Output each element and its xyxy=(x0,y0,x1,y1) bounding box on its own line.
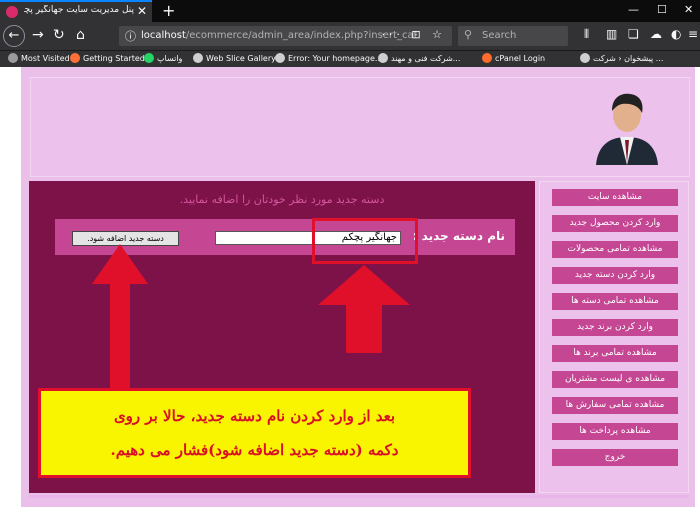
forward-icon[interactable]: → xyxy=(32,27,44,43)
admin-header xyxy=(30,77,690,177)
admin-avatar-icon xyxy=(596,93,658,165)
globe-icon xyxy=(580,53,590,63)
arrow-up-to-input-icon xyxy=(318,265,410,353)
search-bar[interactable]: ⚲ Search xyxy=(458,26,568,46)
bookmark-dashboard[interactable]: پیشخوان ‹ شرکت ... xyxy=(580,53,663,63)
sidebar-item-view-site[interactable]: مشاهده سایت xyxy=(552,189,678,206)
arrow-up-to-button-icon xyxy=(92,244,148,390)
instruction-callout: بعد از وارد کردن نام دسته جدید، حالا بر … xyxy=(38,388,471,478)
bookmark-web-slice[interactable]: Web Slice Gallery xyxy=(193,53,276,63)
browser-tab-active[interactable]: پنل مدیریت سایت جهانگیر پچکم ✕ xyxy=(0,0,152,22)
globe-icon xyxy=(193,53,203,63)
sidebar-item-insert-product[interactable]: وارد کردن محصول جدید xyxy=(552,215,678,232)
sidebar-item-view-brands[interactable]: مشاهده تمامی برند ها xyxy=(552,345,678,362)
sidebar-item-view-products[interactable]: مشاهده تمامی محصولات xyxy=(552,241,678,258)
site-favicon-icon xyxy=(6,6,18,18)
bookmark-whatsapp[interactable]: واتساپ xyxy=(144,53,182,63)
close-window-icon[interactable]: ✕ xyxy=(684,3,693,16)
bookmark-getting-started[interactable]: Getting Started xyxy=(70,53,145,63)
instruction-line-1: بعد از وارد کردن نام دسته جدید، حالا بر … xyxy=(113,407,396,425)
bookmark-company[interactable]: شرکت فنی و مهند... xyxy=(378,53,460,63)
url-bar[interactable]: ⓘ localhost/ecommerce/admin_area/index.p… xyxy=(119,26,452,46)
library-icon[interactable]: ⫴ xyxy=(584,27,589,42)
firefox-icon xyxy=(70,53,80,63)
search-icon: ⚲ xyxy=(464,28,473,41)
sidebar-item-insert-brand[interactable]: وارد کردن برند جدید xyxy=(552,319,678,336)
bookmark-error-homepage[interactable]: Error: Your homepage... xyxy=(275,53,383,63)
bookmark-cpanel[interactable]: cPanel Login xyxy=(482,53,545,63)
search-placeholder: Search xyxy=(482,30,517,41)
reader-icon[interactable]: ❏ xyxy=(628,27,639,41)
home-icon[interactable]: ⌂ xyxy=(76,27,85,43)
browser-tab-bar: پنل مدیریت سایت جهانگیر پچکم ✕ + — ☐ ✕ xyxy=(0,0,700,22)
bookmark-most-visited[interactable]: Most Visited xyxy=(8,53,70,63)
browser-nav-bar: ← → ↻ ⌂ ⓘ localhost/ecommerce/admin_area… xyxy=(0,22,700,50)
tab-title: پنل مدیریت سایت جهانگیر پچکم xyxy=(24,5,134,15)
site-info-icon[interactable]: ⓘ xyxy=(125,28,136,44)
sidebar-item-logout[interactable]: خروج xyxy=(552,449,678,466)
screenshot-icon[interactable]: ◐ xyxy=(671,27,681,41)
sidebar-item-view-categories[interactable]: مشاهده تمامی دسته ها xyxy=(552,293,678,310)
extension-icon[interactable]: ☁ xyxy=(650,27,662,41)
sidebar-item-view-orders[interactable]: مشاهده تمامی سفارش ها xyxy=(552,397,678,414)
input-highlight-box xyxy=(312,218,418,264)
cpanel-icon xyxy=(482,53,492,63)
globe-icon xyxy=(378,53,388,63)
page-actions-icon[interactable]: ··· ⊡ ☆ xyxy=(381,28,446,41)
instruction-line-2: دکمه (دسته جدید اضافه شود)فشار می دهیم. xyxy=(110,441,399,459)
globe-icon xyxy=(275,53,285,63)
back-icon[interactable]: ← xyxy=(3,25,25,47)
reload-icon[interactable]: ↻ xyxy=(53,27,65,43)
page-title: دسته جدید مورد نظر خودتان را اضافه نمایی… xyxy=(179,193,385,206)
url-text: localhost/ecommerce/admin_area/index.php… xyxy=(141,30,418,41)
menu-icon[interactable]: ≡ xyxy=(688,27,698,41)
bookmarks-bar: Most Visited Getting Started واتساپ Web … xyxy=(0,50,700,67)
close-tab-icon[interactable]: ✕ xyxy=(137,4,147,18)
sidebar-item-view-customers[interactable]: مشاهده ی لیست مشتریان xyxy=(552,371,678,388)
maximize-icon[interactable]: ☐ xyxy=(657,3,667,16)
admin-sidebar: مشاهده سایت وارد کردن محصول جدید مشاهده … xyxy=(539,181,689,493)
page-footer-strip xyxy=(29,495,689,498)
sidebar-item-insert-category[interactable]: وارد کردن دسته جدید xyxy=(552,267,678,284)
minimize-icon[interactable]: — xyxy=(628,3,639,16)
gear-icon xyxy=(8,53,18,63)
sidebar-toggle-icon[interactable]: ▥ xyxy=(606,27,617,41)
new-tab-icon[interactable]: + xyxy=(162,1,175,20)
category-name-label: نام دسته جدید : xyxy=(412,229,505,243)
whatsapp-icon xyxy=(144,53,154,63)
sidebar-item-view-payments[interactable]: مشاهده پرداخت ها xyxy=(552,423,678,440)
